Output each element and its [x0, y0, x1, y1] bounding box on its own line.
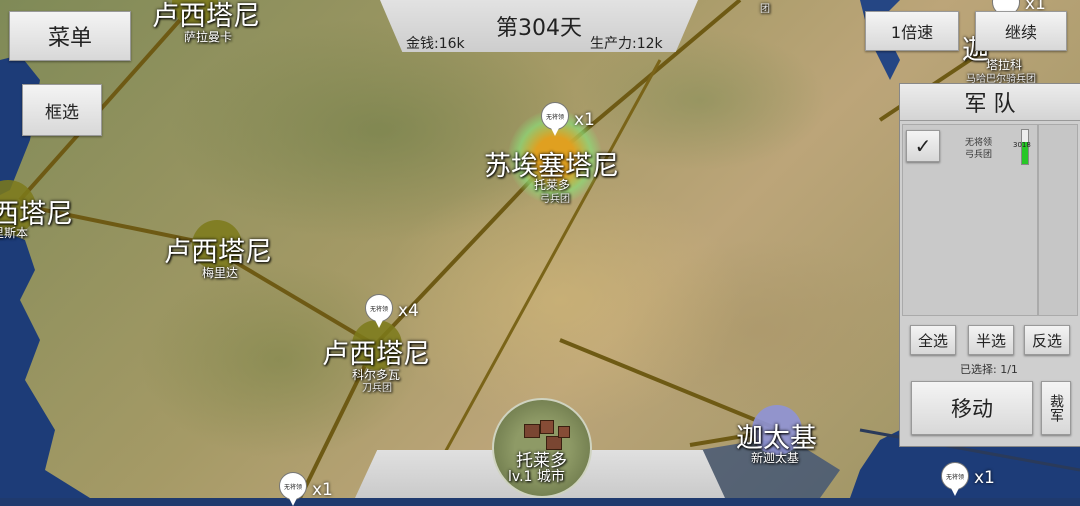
- city-level: lv.1 城市: [508, 469, 565, 485]
- node-city-label: 里斯本: [0, 226, 29, 240]
- disband-button[interactable]: 裁军: [1041, 381, 1071, 435]
- continue-button[interactable]: 继续: [975, 11, 1067, 51]
- node-city-label: 梅里达: [202, 266, 239, 280]
- speed-button[interactable]: 1倍速: [865, 11, 959, 51]
- selected-count: 已选择: 1/1: [960, 363, 1018, 376]
- node-city-label: 新迦太基: [751, 451, 800, 465]
- select-invert-button[interactable]: 反选: [1024, 325, 1070, 355]
- move-button[interactable]: 移动: [911, 381, 1033, 435]
- army-panel: 军 队 ✓ 无将领 弓兵团 3018 全选 半选 反选 已选择: 1/1 移动 …: [899, 83, 1080, 447]
- army-marker-bubble[interactable]: 无将领: [279, 472, 307, 506]
- house-icon: [524, 424, 540, 438]
- select-half-button[interactable]: 半选: [968, 325, 1014, 355]
- house-icon: [540, 420, 554, 434]
- unit-checkbox[interactable]: ✓: [906, 130, 940, 162]
- army-marker-count: x1: [312, 480, 333, 500]
- select-all-button[interactable]: 全选: [910, 325, 956, 355]
- node-city-label: 萨拉曼卡: [184, 30, 233, 44]
- army-list-scrollbar[interactable]: [1038, 124, 1078, 316]
- army-marker-bubble[interactable]: 无将领: [941, 462, 969, 496]
- box-select-button[interactable]: 框选: [22, 84, 102, 136]
- node-unit-label: 弓兵团: [540, 194, 570, 205]
- node-unit-label: 刀兵团: [362, 383, 392, 394]
- house-icon: [558, 426, 570, 438]
- army-marker-count: x4: [398, 301, 419, 321]
- army-panel-title: 军 队: [900, 84, 1080, 121]
- army-marker-count: x1: [574, 110, 595, 130]
- army-list[interactable]: ✓ 无将领 弓兵团 3018: [902, 124, 1038, 316]
- money-label: 金钱:16k: [406, 36, 465, 52]
- unit-type: 弓兵团: [965, 150, 993, 160]
- army-marker-bubble[interactable]: 无将领: [365, 294, 393, 328]
- menu-button[interactable]: 菜单: [9, 11, 131, 61]
- production-label: 生产力:12k: [590, 36, 663, 52]
- army-marker-count: x1: [974, 468, 995, 488]
- army-marker-bubble[interactable]: 无将领: [541, 102, 569, 136]
- unit-count: 3018: [1013, 141, 1031, 149]
- day-counter: 第304天: [496, 16, 582, 41]
- unit-label-top: 团: [760, 4, 770, 15]
